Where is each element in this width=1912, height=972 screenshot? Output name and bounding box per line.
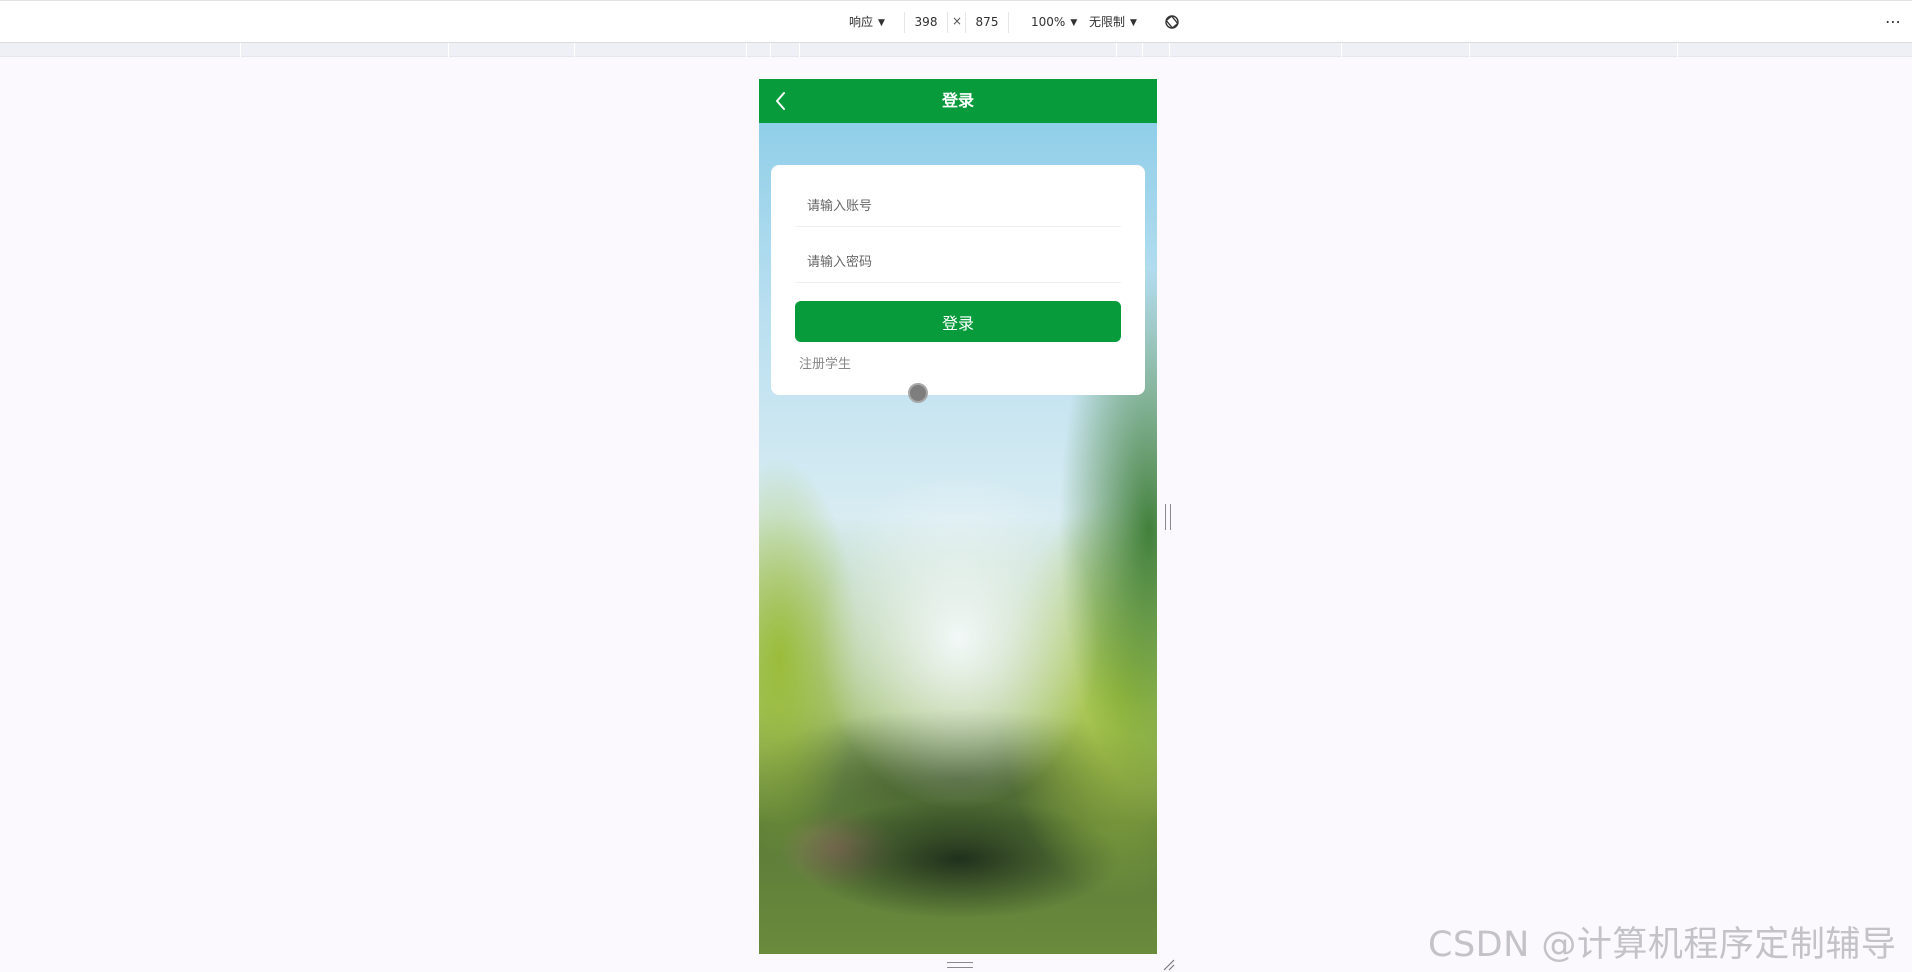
nav-bar: 登录 [759, 79, 1157, 123]
media-query-ruler [0, 43, 1912, 57]
account-input[interactable] [795, 187, 1121, 226]
caret-down-icon: ▼ [1070, 18, 1078, 28]
throttle-dropdown[interactable]: 无限制 ▼ [1089, 13, 1137, 32]
zoom-dropdown[interactable]: 100% ▼ [1031, 13, 1077, 32]
device-viewport: 登录 登录 注册学生 [759, 79, 1157, 954]
caret-down-icon: ▼ [878, 18, 885, 28]
resize-handle-bottom[interactable] [947, 962, 973, 968]
touch-cursor [908, 383, 928, 403]
login-card: 登录 注册学生 [771, 165, 1145, 403]
account-field [795, 187, 1121, 227]
dimensions-dropdown[interactable]: 响应 ▼ [849, 13, 885, 32]
login-button[interactable]: 登录 [795, 301, 1121, 342]
resize-corner-icon[interactable] [1162, 958, 1176, 972]
zoom-label: 100% [1031, 15, 1066, 29]
resize-handle-right[interactable] [1165, 504, 1171, 530]
register-student-link[interactable]: 注册学生 [799, 353, 851, 372]
rotate-icon[interactable] [1164, 14, 1180, 30]
watermark: CSDN @计算机程序定制辅导 [1428, 925, 1897, 965]
device-toolbar: 响应 ▼ 398 × 875 100% ▼ 无限制 ▼ ⋯ [0, 0, 1912, 43]
dimensions-label: 响应 [849, 15, 874, 29]
height-input[interactable]: 875 [965, 12, 1009, 33]
throttle-label: 无限制 [1089, 15, 1126, 29]
more-icon[interactable]: ⋯ [1885, 12, 1902, 31]
caret-down-icon: ▼ [1130, 18, 1137, 28]
times-sign: × [952, 14, 963, 28]
password-input[interactable] [795, 243, 1121, 282]
page-title: 登录 [941, 91, 974, 110]
width-input[interactable]: 398 [904, 12, 948, 33]
password-field [795, 243, 1121, 283]
